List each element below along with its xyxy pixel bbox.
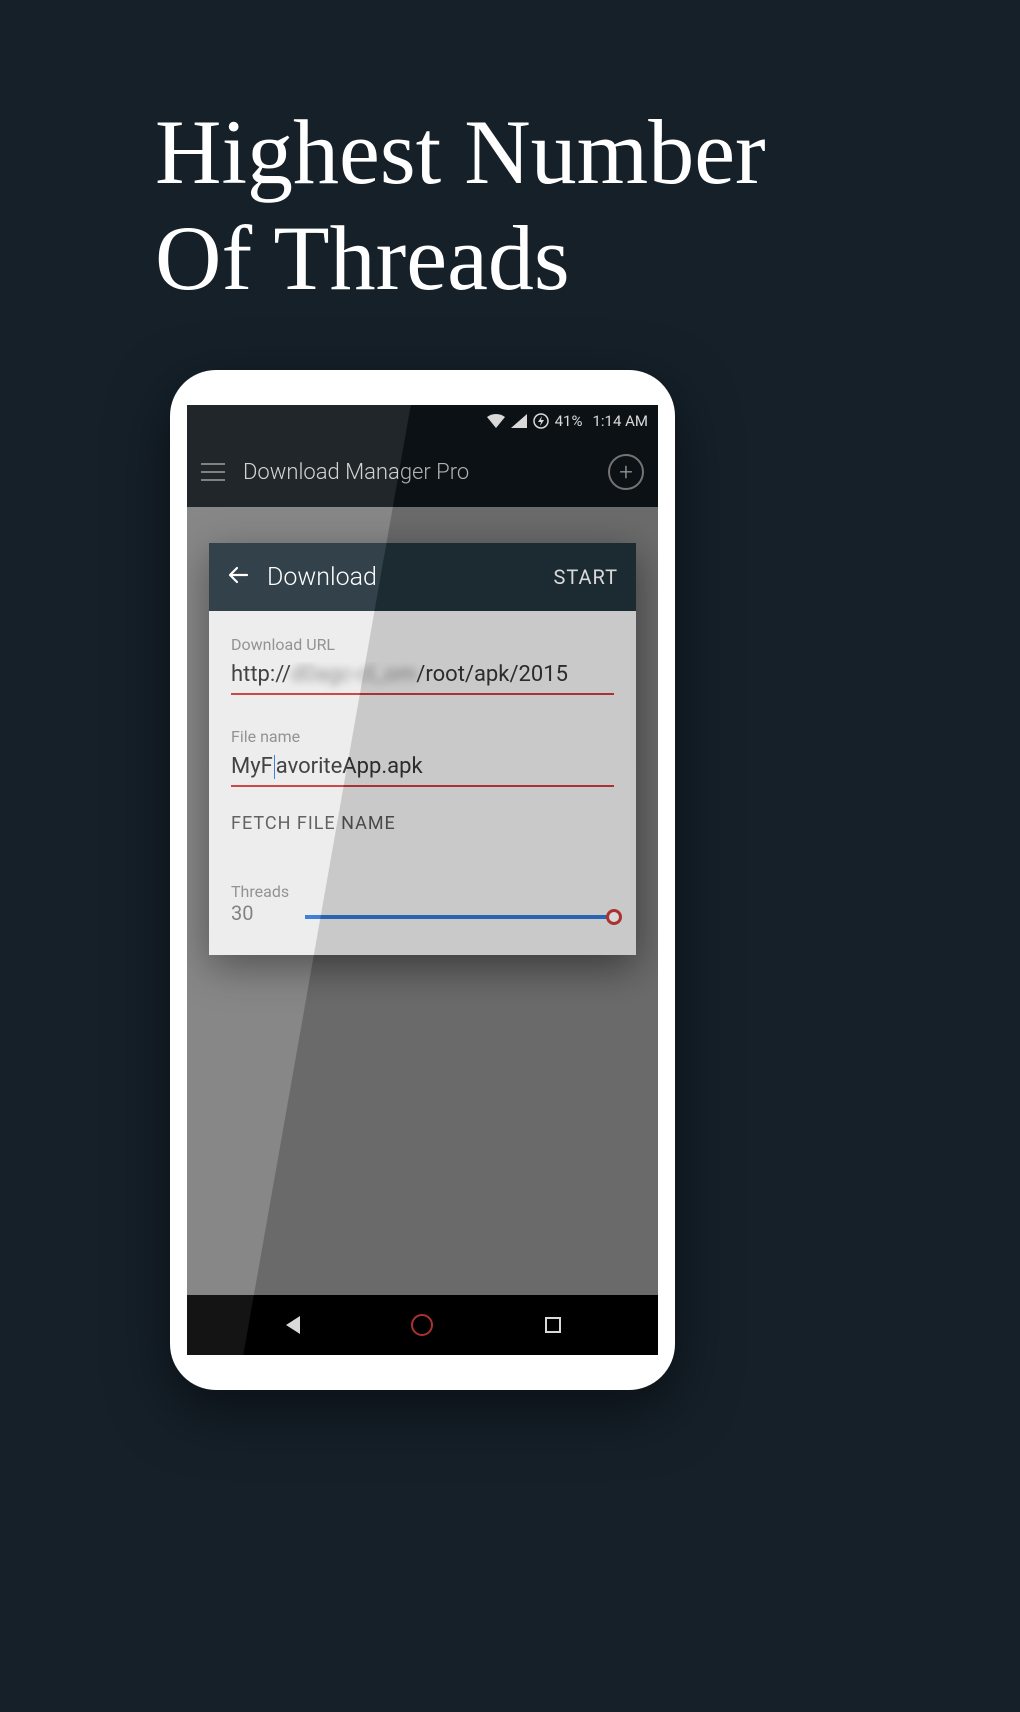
url-prefix: http://: [231, 662, 291, 687]
filename-input[interactable]: MyFavoriteApp.apk: [231, 754, 614, 787]
threads-row: Threads 30: [231, 882, 614, 925]
modal-backdrop: Download START Download URL http://d0agc…: [187, 507, 658, 1295]
nav-back-icon[interactable]: [282, 1314, 302, 1336]
battery-charge-icon: [533, 413, 549, 429]
phone-frame: 41% 1:14 AM Download Manager Pro + Downl…: [170, 370, 675, 1390]
threads-value: 30: [231, 901, 289, 925]
cell-signal-icon: [511, 414, 527, 428]
threads-slider[interactable]: [305, 915, 614, 919]
wifi-icon: [487, 414, 505, 428]
nav-home-icon[interactable]: [411, 1314, 433, 1336]
filename-pre: MyF: [231, 754, 273, 779]
battery-percent: 41%: [555, 412, 583, 430]
app-title: Download Manager Pro: [243, 460, 590, 485]
promo-headline: Highest Number Of Threads: [0, 0, 1020, 312]
text-caret: [274, 755, 275, 779]
url-field: Download URL http://d0agc-cl_om/root/apk…: [231, 635, 614, 695]
start-button[interactable]: START: [553, 565, 618, 589]
dialog-header: Download START: [209, 543, 636, 611]
url-suffix: /root/apk/2015: [416, 662, 568, 687]
url-input[interactable]: http://d0agc-cl_om/root/apk/2015: [231, 662, 614, 695]
hamburger-menu-icon[interactable]: [201, 463, 225, 481]
status-bar: 41% 1:14 AM: [187, 405, 658, 437]
headline-line1: Highest Number: [155, 100, 1020, 206]
download-dialog: Download START Download URL http://d0agc…: [209, 543, 636, 955]
filename-post: avoriteApp.apk: [276, 754, 423, 779]
nav-recent-icon[interactable]: [543, 1315, 563, 1335]
android-nav-bar: [187, 1295, 658, 1355]
dialog-body: Download URL http://d0agc-cl_om/root/apk…: [209, 611, 636, 955]
dialog-title: Download: [267, 563, 535, 592]
clock-time: 1:14 AM: [592, 412, 648, 430]
add-download-button[interactable]: +: [608, 454, 644, 490]
app-bar: Download Manager Pro +: [187, 437, 658, 507]
slider-thumb-icon[interactable]: [606, 909, 622, 925]
phone-screen: 41% 1:14 AM Download Manager Pro + Downl…: [187, 405, 658, 1355]
threads-label: Threads: [231, 882, 289, 901]
headline-line2: Of Threads: [155, 206, 1020, 312]
back-arrow-icon[interactable]: [227, 564, 249, 590]
fetch-filename-button[interactable]: FETCH FILE NAME: [231, 813, 614, 834]
filename-label: File name: [231, 727, 614, 746]
url-blurred: d0agc-cl_om: [291, 662, 416, 687]
url-label: Download URL: [231, 635, 614, 654]
filename-field: File name MyFavoriteApp.apk: [231, 727, 614, 787]
